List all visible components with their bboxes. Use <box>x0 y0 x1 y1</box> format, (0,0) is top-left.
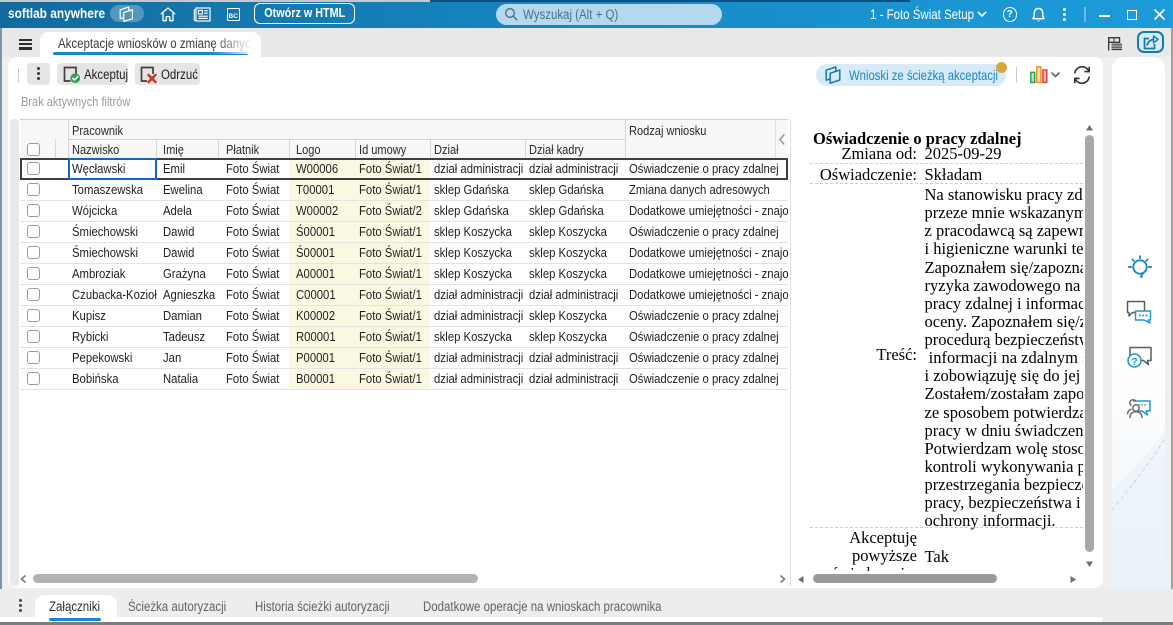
svg-text:?: ? <box>1131 356 1137 368</box>
